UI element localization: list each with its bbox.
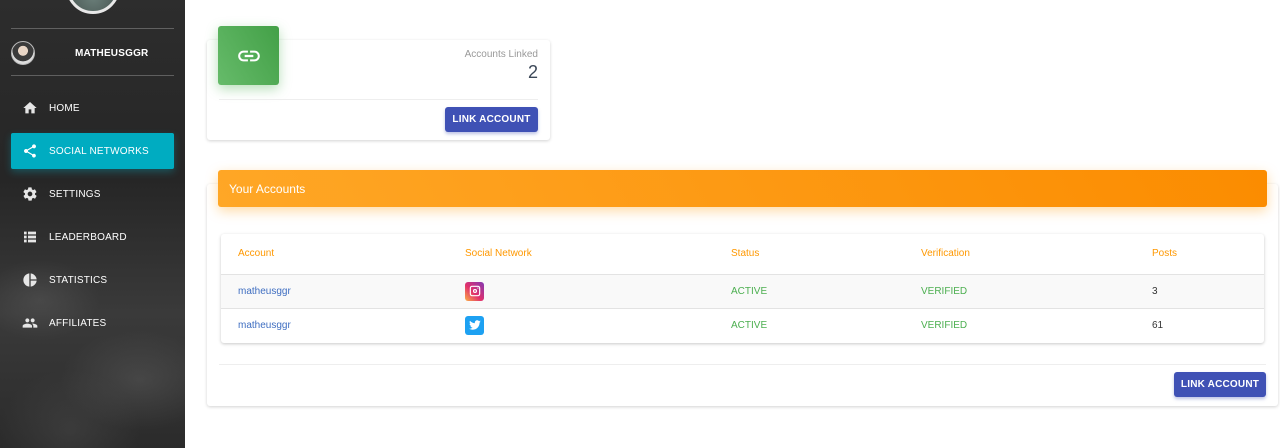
gear-icon	[23, 187, 37, 201]
link-icon	[237, 50, 260, 61]
card-header: Your Accounts	[218, 170, 1267, 207]
user-profile[interactable]: MATHEUSGGR	[11, 40, 174, 66]
sidebar-item-affiliates[interactable]: AFFILIATES	[11, 305, 174, 341]
verification-cell: VERIFIED	[904, 274, 1135, 309]
table-header-row: Account Social Network Status Verificati…	[221, 234, 1264, 275]
table-row: matheusggr ACTIVE VERIFIED 3	[221, 274, 1264, 309]
pie-chart-icon	[23, 273, 37, 287]
column-header-social-network: Social Network	[448, 234, 714, 275]
column-header-status: Status	[714, 234, 904, 275]
sidebar-item-label: LEADERBOARD	[49, 231, 127, 243]
stat-value: 2	[527, 62, 538, 82]
stat-label: Accounts Linked	[464, 49, 538, 60]
sidebar-item-label: SETTINGS	[49, 188, 101, 200]
link-account-button[interactable]: LINK ACCOUNT	[1174, 372, 1266, 397]
sidebar-item-label: STATISTICS	[49, 274, 108, 286]
sidebar-divider	[11, 75, 174, 76]
column-header-account: Account	[221, 234, 448, 275]
share-icon	[24, 144, 36, 158]
sidebar-divider	[11, 28, 174, 29]
people-icon	[22, 318, 38, 328]
home-icon	[23, 102, 37, 114]
verification-cell: VERIFIED	[921, 319, 968, 331]
list-icon	[24, 231, 36, 243]
user-name: MATHEUSGGR	[75, 47, 149, 59]
instagram-icon	[465, 281, 484, 301]
account-cell[interactable]: matheusggr	[221, 274, 448, 309]
logo	[66, 0, 120, 14]
card-title: Your Accounts	[229, 181, 306, 196]
card-divider	[219, 364, 1266, 365]
sidebar-item-statistics[interactable]: STATISTICS	[11, 262, 174, 298]
stat-icon-box	[218, 26, 279, 85]
table-row: matheusggr ACTIVE VERIFIED 61	[221, 308, 1264, 342]
column-header-verification: Verification	[904, 234, 1135, 275]
sidebar-item-social-networks[interactable]: SOCIAL NETWORKS	[11, 133, 174, 169]
sidebar-item-settings[interactable]: SETTINGS	[11, 176, 174, 212]
network-cell	[448, 274, 714, 309]
accounts-table-container: Account Social Network Status Verificati…	[221, 234, 1264, 343]
your-accounts-card: Your Accounts Account Social Network Sta…	[207, 170, 1278, 406]
account-cell[interactable]: matheusggr	[221, 308, 448, 342]
avatar	[11, 41, 35, 65]
link-account-button[interactable]: LINK ACCOUNT	[445, 107, 538, 132]
card-divider	[219, 99, 538, 100]
sidebar-nav: HOME SOCIAL NETWORKS SETTINGS LEADERBOAR…	[11, 90, 174, 348]
accounts-table: Account Social Network Status Verificati…	[221, 234, 1264, 342]
accounts-linked-card: Accounts Linked 2 LINK ACCOUNT	[207, 26, 550, 140]
posts-cell: 61	[1152, 319, 1164, 331]
sidebar-item-label: HOME	[49, 102, 80, 114]
network-cell	[448, 308, 714, 342]
sidebar-item-label: SOCIAL NETWORKS	[49, 145, 149, 157]
sidebar-item-label: AFFILIATES	[49, 317, 107, 329]
status-cell: ACTIVE	[731, 319, 768, 331]
status-cell: ACTIVE	[714, 274, 904, 309]
sidebar-item-home[interactable]: HOME	[11, 90, 174, 126]
posts-cell: 3	[1135, 274, 1264, 309]
column-header-posts: Posts	[1135, 234, 1264, 275]
twitter-icon	[465, 315, 484, 335]
sidebar: MATHEUSGGR HOME SOCIAL NETWORKS SETTINGS…	[0, 0, 185, 448]
sidebar-item-leaderboard[interactable]: LEADERBOARD	[11, 219, 174, 255]
